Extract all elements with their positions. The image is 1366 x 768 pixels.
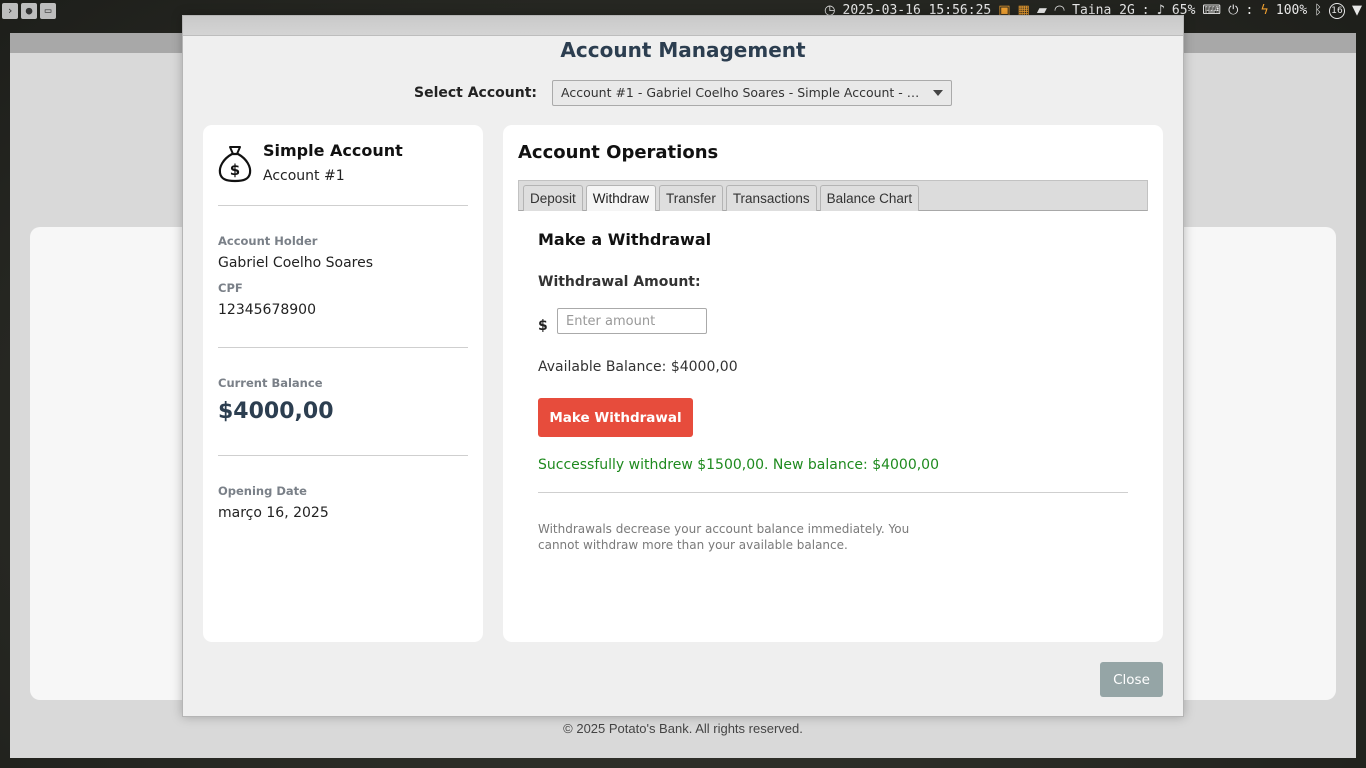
- tray-separator-2: :: [1245, 3, 1254, 18]
- withdrawal-amount-label: Withdrawal Amount:: [538, 274, 701, 290]
- power-icon[interactable]: ⏻: [1228, 0, 1238, 22]
- tab-balance-chart[interactable]: Balance Chart: [819, 185, 920, 211]
- balance-section: Current Balance $4000,00: [218, 348, 468, 456]
- account-select-row: Select Account: Account #1 - Gabriel Coe…: [183, 80, 1183, 106]
- bluetooth-icon[interactable]: ᛒ: [1314, 0, 1322, 22]
- tab-transactions[interactable]: Transactions: [725, 185, 817, 211]
- withdrawal-amount-input[interactable]: [557, 308, 707, 334]
- currency-sign: $: [538, 318, 548, 334]
- available-balance-text: Available Balance: $4000,00: [538, 359, 738, 375]
- page-footer: © 2025 Potato's Bank. All rights reserve…: [563, 721, 803, 736]
- tab-transfer[interactable]: Transfer: [659, 185, 723, 211]
- cpf-value: 12345678900: [218, 302, 316, 318]
- battery-level: 100%: [1275, 3, 1308, 18]
- balance-label: Current Balance: [218, 376, 323, 390]
- battery-charging-icon: ϟ: [1260, 3, 1269, 18]
- tab-deposit[interactable]: Deposit: [523, 185, 583, 211]
- keyboard-icon[interactable]: ⌨: [1202, 0, 1221, 22]
- account-management-modal: Account Management Select Account: Accou…: [182, 15, 1184, 717]
- holder-label: Account Holder: [218, 234, 318, 248]
- withdraw-heading: Make a Withdrawal: [538, 230, 712, 249]
- close-button[interactable]: Close: [1100, 662, 1163, 697]
- launcher-group: › ● ▭: [2, 3, 56, 19]
- account-header: $ Simple Account Account #1: [218, 125, 468, 206]
- svg-text:$: $: [230, 161, 240, 179]
- modal-top-strip: [183, 16, 1183, 36]
- account-info-card: $ Simple Account Account #1 Account Hold…: [203, 125, 483, 642]
- app-launcher-icon[interactable]: ●: [21, 3, 37, 19]
- withdrawal-success-message: Successfully withdrew $1500,00. New bala…: [538, 457, 939, 473]
- operations-tabbar: Deposit Withdraw Transfer Transactions B…: [518, 180, 1148, 211]
- files-launcher-icon[interactable]: ▭: [40, 3, 56, 19]
- wifi-signal-icon: ▼: [1352, 3, 1362, 18]
- make-withdrawal-button[interactable]: Make Withdrawal: [538, 398, 693, 437]
- cpf-label: CPF: [218, 281, 243, 295]
- modal-title: Account Management: [560, 38, 806, 62]
- account-type: Simple Account: [263, 141, 403, 160]
- terminal-launcher-icon[interactable]: ›: [2, 3, 18, 19]
- account-operations-card: Account Operations Deposit Withdraw Tran…: [503, 125, 1163, 642]
- money-bag-icon: $: [218, 146, 252, 183]
- opening-date-value: março 16, 2025: [218, 505, 329, 521]
- holder-name: Gabriel Coelho Soares: [218, 255, 374, 271]
- withdraw-divider: [538, 492, 1128, 493]
- account-select-dropdown[interactable]: Account #1 - Gabriel Coelho Soares - Sim…: [552, 80, 952, 106]
- account-select-value: Account #1 - Gabriel Coelho Soares - Sim…: [561, 85, 928, 100]
- account-number: Account #1: [263, 168, 345, 184]
- withdraw-panel: Make a Withdrawal Withdrawal Amount: $ A…: [538, 230, 1128, 552]
- holder-section: Account Holder Gabriel Coelho Soares CPF…: [218, 206, 468, 348]
- operations-title: Account Operations: [518, 142, 719, 163]
- chevron-down-icon: [933, 90, 943, 96]
- notification-count-badge[interactable]: 16: [1329, 3, 1345, 19]
- withdraw-info-note: Withdrawals decrease your account balanc…: [538, 522, 910, 552]
- opening-date-label: Opening Date: [218, 484, 307, 498]
- opening-date-section: Opening Date março 16, 2025: [218, 456, 468, 521]
- select-account-label: Select Account:: [413, 85, 537, 101]
- balance-value: $4000,00: [218, 399, 334, 424]
- tab-withdraw[interactable]: Withdraw: [585, 185, 657, 211]
